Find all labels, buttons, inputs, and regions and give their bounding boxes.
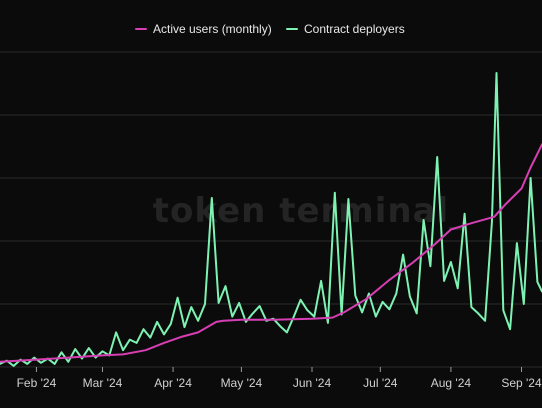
x-tick-label: Mar '24 [83, 376, 123, 390]
legend: Active users (monthly) Contract deployers [135, 22, 405, 36]
x-tick-label: Feb '24 [17, 376, 57, 390]
watermark: token terminal_ [153, 191, 467, 231]
x-tick-label: Aug '24 [431, 376, 472, 390]
x-tick-label: Jun '24 [293, 376, 332, 390]
chart: token terminal_ Feb '24 Mar '24 Apr '24 May… [0, 0, 542, 408]
legend-item-contract-deployers-label: Contract deployers [304, 22, 405, 36]
x-tick-label: May '24 [221, 376, 263, 390]
x-tick-label: Apr '24 [154, 376, 192, 390]
legend-item-active-users-label: Active users (monthly) [153, 22, 272, 36]
x-tick-label: Jul '24 [363, 376, 398, 390]
x-tick-label: Sep '24 [501, 376, 542, 390]
